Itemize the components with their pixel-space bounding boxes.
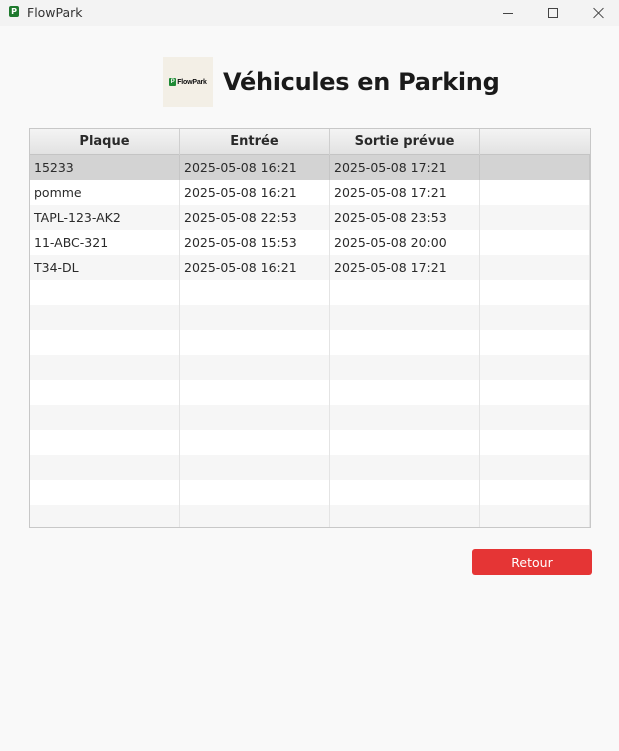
column-header-plaque[interactable]: Plaque <box>30 129 180 155</box>
table-cell <box>480 430 590 455</box>
table-row[interactable]: pomme 2025-05-08 16:21 2025-05-08 17:21 <box>30 180 590 205</box>
table-cell <box>480 480 590 505</box>
table-cell <box>330 305 480 330</box>
minimize-button[interactable] <box>485 0 531 26</box>
close-icon <box>592 7 604 19</box>
table-cell <box>30 505 180 527</box>
table-cell <box>180 505 330 527</box>
table-cell <box>180 355 330 380</box>
title-bar: P FlowPark <box>0 0 619 26</box>
table-cell <box>330 405 480 430</box>
empty-table-row[interactable] <box>30 355 590 380</box>
table-cell: 2025-05-08 16:21 <box>180 180 330 205</box>
table-cell: 2025-05-08 16:21 <box>180 155 330 180</box>
table-cell <box>180 380 330 405</box>
empty-table-row[interactable] <box>30 380 590 405</box>
table-row[interactable]: TAPL-123-AK2 2025-05-08 22:53 2025-05-08 2… <box>30 205 590 230</box>
table-cell <box>180 480 330 505</box>
table-cell <box>480 330 590 355</box>
table-cell <box>30 330 180 355</box>
logo-text: FlowPark <box>177 78 207 86</box>
table-cell <box>330 355 480 380</box>
table-cell <box>330 430 480 455</box>
table-cell <box>30 430 180 455</box>
table-cell <box>480 180 590 205</box>
table-cell <box>180 305 330 330</box>
flowpark-logo: P FlowPark <box>163 57 213 107</box>
table-cell <box>330 480 480 505</box>
empty-table-row[interactable] <box>30 430 590 455</box>
page-title: Véhicules en Parking <box>223 68 500 96</box>
table-cell <box>30 380 180 405</box>
table-cell: 15233 <box>30 155 180 180</box>
table-body: 15233 2025-05-08 16:21 2025-05-08 17:21 pom… <box>30 155 590 527</box>
table-row[interactable]: T34-DL 2025-05-08 16:21 2025-05-08 17:21 <box>30 255 590 280</box>
table-cell <box>330 280 480 305</box>
table-cell <box>480 305 590 330</box>
empty-table-row[interactable] <box>30 455 590 480</box>
vehicles-table[interactable]: Plaque Entrée Sortie prévue 15233 2025-05… <box>29 128 591 528</box>
maximize-button[interactable] <box>530 0 576 26</box>
table-cell <box>30 405 180 430</box>
back-button[interactable]: Retour <box>472 549 592 575</box>
table-cell <box>480 230 590 255</box>
table-cell <box>30 305 180 330</box>
table-cell <box>480 505 590 527</box>
table-cell: TAPL-123-AK2 <box>30 205 180 230</box>
column-header-filler <box>480 129 590 155</box>
table-cell: 2025-05-08 17:21 <box>330 255 480 280</box>
table-cell <box>180 455 330 480</box>
table-cell <box>330 505 480 527</box>
table-row[interactable]: 15233 2025-05-08 16:21 2025-05-08 17:21 <box>30 155 590 180</box>
table-cell: 2025-05-08 17:21 <box>330 180 480 205</box>
table-cell <box>30 455 180 480</box>
table-cell <box>480 455 590 480</box>
table-cell <box>330 455 480 480</box>
maximize-icon <box>548 8 558 18</box>
table-cell <box>480 380 590 405</box>
close-button[interactable] <box>575 0 619 26</box>
table-cell: pomme <box>30 180 180 205</box>
minimize-icon <box>503 12 513 14</box>
table-cell <box>330 380 480 405</box>
table-cell <box>480 280 590 305</box>
table-cell <box>30 355 180 380</box>
column-header-sortie[interactable]: Sortie prévue <box>330 129 480 155</box>
table-cell: 2025-05-08 16:21 <box>180 255 330 280</box>
table-cell <box>30 480 180 505</box>
table-cell: 2025-05-08 17:21 <box>330 155 480 180</box>
table-cell <box>180 280 330 305</box>
empty-table-row[interactable] <box>30 505 590 527</box>
window-title: FlowPark <box>27 5 83 20</box>
app-icon: P <box>9 6 19 17</box>
table-cell: T34-DL <box>30 255 180 280</box>
table-cell <box>480 405 590 430</box>
empty-table-row[interactable] <box>30 405 590 430</box>
table-cell <box>330 330 480 355</box>
table-cell <box>480 355 590 380</box>
empty-table-row[interactable] <box>30 330 590 355</box>
parking-icon: P <box>169 78 177 86</box>
table-cell <box>480 205 590 230</box>
table-header: Plaque Entrée Sortie prévue <box>30 129 590 155</box>
table-cell <box>180 330 330 355</box>
empty-table-row[interactable] <box>30 305 590 330</box>
table-cell: 2025-05-08 20:00 <box>330 230 480 255</box>
table-cell <box>480 155 590 180</box>
table-cell <box>180 405 330 430</box>
column-header-entree[interactable]: Entrée <box>180 129 330 155</box>
table-cell: 2025-05-08 23:53 <box>330 205 480 230</box>
table-cell <box>480 255 590 280</box>
table-cell <box>30 280 180 305</box>
empty-table-row[interactable] <box>30 480 590 505</box>
table-cell: 2025-05-08 22:53 <box>180 205 330 230</box>
table-cell: 2025-05-08 15:53 <box>180 230 330 255</box>
table-row[interactable]: 11-ABC-321 2025-05-08 15:53 2025-05-08 20:… <box>30 230 590 255</box>
empty-table-row[interactable] <box>30 280 590 305</box>
table-cell: 11-ABC-321 <box>30 230 180 255</box>
table-cell <box>180 430 330 455</box>
